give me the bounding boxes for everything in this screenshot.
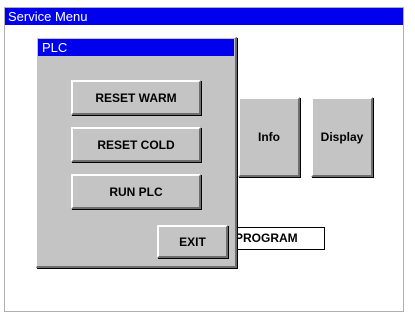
reset-warm-button[interactable]: RESET WARM: [71, 80, 201, 115]
display-button[interactable]: Display: [311, 97, 373, 177]
reset-warm-label: RESET WARM: [95, 90, 177, 105]
info-button-label: Info: [258, 130, 280, 144]
service-menu-window: Service Menu Info Display PROGRAM PLC RE…: [4, 7, 404, 312]
exit-label: EXIT: [179, 234, 206, 249]
exit-button[interactable]: EXIT: [157, 225, 228, 258]
run-plc-button[interactable]: RUN PLC: [71, 174, 201, 209]
program-field-value: PROGRAM: [235, 231, 298, 245]
program-field[interactable]: PROGRAM: [230, 227, 325, 250]
reset-cold-button[interactable]: RESET COLD: [71, 127, 201, 162]
plc-dialog-titlebar: PLC: [38, 39, 234, 56]
reset-cold-label: RESET COLD: [97, 137, 175, 152]
info-button[interactable]: Info: [238, 97, 300, 177]
display-button-label: Display: [320, 130, 364, 144]
plc-dialog-title: PLC: [42, 40, 68, 55]
plc-dialog: PLC RESET WARM RESET COLD RUN PLC EXIT: [36, 37, 237, 268]
service-menu-title: Service Menu: [8, 9, 88, 24]
run-plc-label: RUN PLC: [109, 184, 163, 199]
service-menu-titlebar: Service Menu: [5, 8, 403, 25]
